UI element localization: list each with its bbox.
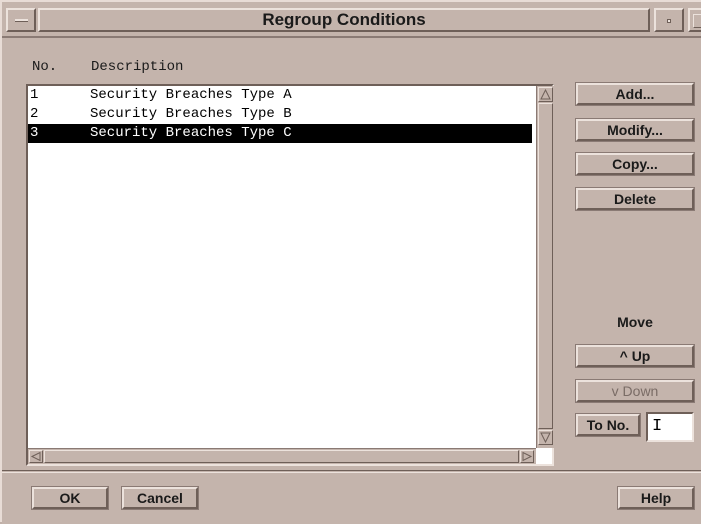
horizontal-scroll-thumb[interactable] [44, 450, 519, 463]
list-item[interactable]: 3 Security Breaches Type C [28, 124, 532, 143]
scroll-up-arrow[interactable] [538, 87, 553, 102]
move-up-button[interactable]: ^ Up [576, 345, 694, 367]
scroll-down-arrow[interactable] [538, 430, 553, 445]
title-bar: Regroup Conditions [2, 2, 701, 38]
column-header-description: Description [91, 59, 184, 75]
triangle-right-icon [522, 451, 533, 462]
footer: OK Cancel Help [2, 473, 701, 524]
scroll-left-arrow[interactable] [29, 450, 43, 463]
list-item-description: Security Breaches Type A [90, 87, 292, 103]
list-item-number: 2 [30, 106, 39, 122]
vertical-scroll-thumb[interactable] [538, 103, 553, 429]
scroll-right-arrow[interactable] [520, 450, 534, 463]
modify-button[interactable]: Modify... [576, 119, 694, 141]
list-item-description: Security Breaches Type C [90, 125, 292, 141]
regroup-conditions-dialog: Regroup Conditions No. Description 1 Secu… [0, 0, 701, 524]
move-label: Move [617, 314, 653, 330]
minimize-icon [667, 19, 671, 23]
list-item[interactable]: 1 Security Breaches Type A [28, 86, 532, 105]
maximize-icon [693, 14, 701, 28]
window-title[interactable]: Regroup Conditions [38, 8, 650, 32]
copy-button[interactable]: Copy... [576, 153, 694, 175]
help-button[interactable]: Help [618, 487, 694, 509]
list-item-description: Security Breaches Type B [90, 106, 292, 122]
to-no-input[interactable]: I [646, 412, 694, 442]
column-header-no: No. [32, 59, 58, 75]
triangle-up-icon [540, 88, 551, 100]
window-menu-icon [15, 19, 28, 22]
ok-button[interactable]: OK [32, 487, 108, 509]
delete-button[interactable]: Delete [576, 188, 694, 210]
list-item[interactable]: 2 Security Breaches Type B [28, 105, 532, 124]
conditions-list[interactable]: 1 Security Breaches Type A 2 Security Breac… [26, 84, 554, 466]
text-cursor-icon: I [652, 417, 663, 436]
list-item-number: 1 [30, 87, 39, 103]
triangle-left-icon [30, 451, 41, 462]
add-button[interactable]: Add... [576, 83, 694, 105]
conditions-list-rows: 1 Security Breaches Type A 2 Security Breac… [28, 86, 534, 446]
vertical-scrollbar[interactable] [536, 86, 554, 448]
move-down-button[interactable]: v Down [576, 380, 694, 402]
triangle-down-icon [540, 432, 551, 444]
horizontal-scrollbar[interactable] [28, 448, 536, 464]
window-menu-button[interactable] [6, 8, 36, 32]
cancel-button[interactable]: Cancel [122, 487, 198, 509]
to-no-button[interactable]: To No. [576, 414, 640, 436]
maximize-button[interactable] [688, 8, 701, 32]
minimize-button[interactable] [654, 8, 684, 32]
list-item-number: 3 [30, 125, 39, 141]
